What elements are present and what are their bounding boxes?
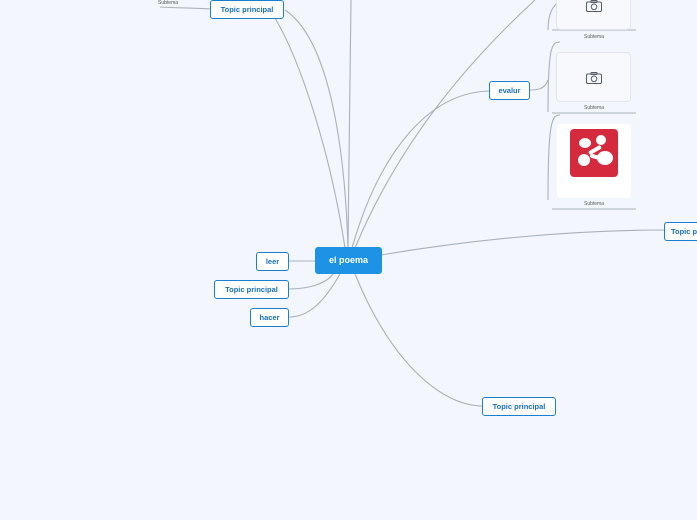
topic-right-edge[interactable]: Topic p xyxy=(664,222,697,241)
link-central-top xyxy=(347,0,352,249)
mindomo-logo[interactable] xyxy=(557,124,631,198)
topic-bottom[interactable]: Topic principal xyxy=(482,397,556,416)
top-left-subtopic[interactable]: Subtema xyxy=(158,0,178,6)
link-central-left-middle xyxy=(288,273,334,290)
subtopic-card-2[interactable] xyxy=(556,52,631,102)
subtopic-card-1-label: Subtema xyxy=(583,34,604,40)
link-central-right-edge xyxy=(380,229,666,256)
mindomo-figures-icon xyxy=(578,135,613,166)
subtopic-card-3-label: Subtema xyxy=(583,201,604,207)
link-central-top-left-a xyxy=(274,17,346,249)
link-central-bottom xyxy=(354,273,484,407)
mindomo-badge xyxy=(570,129,618,177)
link-central-top-right xyxy=(354,0,536,249)
central-topic[interactable]: el poema xyxy=(315,247,382,274)
link-top-left-sub xyxy=(159,6,211,10)
link-central-evalur xyxy=(351,90,491,249)
subtopic-card-1[interactable] xyxy=(556,0,631,30)
topic-hacer[interactable]: hacer xyxy=(250,308,289,327)
link-central-hacer xyxy=(288,273,341,318)
camera-icon xyxy=(585,0,602,12)
topic-left-middle[interactable]: Topic principal xyxy=(214,280,289,299)
topic-evalur[interactable]: evalur xyxy=(489,81,530,100)
link-evalur-bracket xyxy=(529,79,549,91)
topic-top-left[interactable]: Topic principal xyxy=(210,0,284,19)
topic-leer[interactable]: leer xyxy=(256,252,289,271)
mind-map-canvas: Subtema Topic principal evalur Topic p e… xyxy=(0,0,697,520)
subtopic-card-2-label: Subtema xyxy=(583,105,604,111)
camera-icon xyxy=(585,72,602,84)
